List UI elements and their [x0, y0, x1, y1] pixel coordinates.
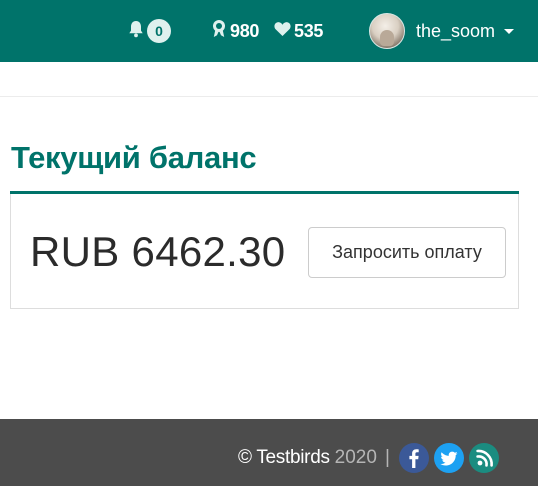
balance-amount: RUB 6462.30 — [30, 228, 286, 275]
bell-icon — [128, 20, 144, 43]
notification-count-badge: 0 — [147, 19, 171, 43]
notifications[interactable]: 0 — [128, 0, 171, 62]
likes-value: 535 — [294, 20, 324, 41]
request-payment-button[interactable]: Запросить оплату — [308, 227, 506, 278]
facebook-icon[interactable] — [398, 443, 429, 473]
chevron-down-icon[interactable] — [504, 28, 515, 34]
likes-count: 535 — [274, 0, 323, 62]
reputation-points: 980 — [211, 0, 259, 62]
award-ribbon-icon — [211, 19, 227, 43]
avatar[interactable] — [369, 13, 405, 49]
footer-content: © Testbirds 2020 | — [238, 419, 504, 497]
reputation-value: 980 — [230, 20, 260, 41]
balance-panel: RUB 6462.30 Запросить оплату — [10, 194, 519, 309]
user-menu[interactable]: the_soom — [369, 0, 515, 62]
divider — [0, 96, 538, 97]
twitter-icon[interactable] — [433, 443, 464, 473]
page-title: Текущий баланс — [11, 140, 257, 175]
username: the_soom — [416, 20, 496, 41]
top-navigation-bar: 0 980 535 the_soom — [0, 0, 538, 62]
heart-icon — [274, 21, 291, 42]
footer: © Testbirds 2020 | — [0, 419, 538, 486]
copyright-year: 2020 — [334, 447, 377, 468]
blog-icon[interactable] — [468, 443, 499, 473]
copyright-text: © Testbirds — [238, 447, 330, 468]
footer-separator: | — [384, 447, 390, 468]
